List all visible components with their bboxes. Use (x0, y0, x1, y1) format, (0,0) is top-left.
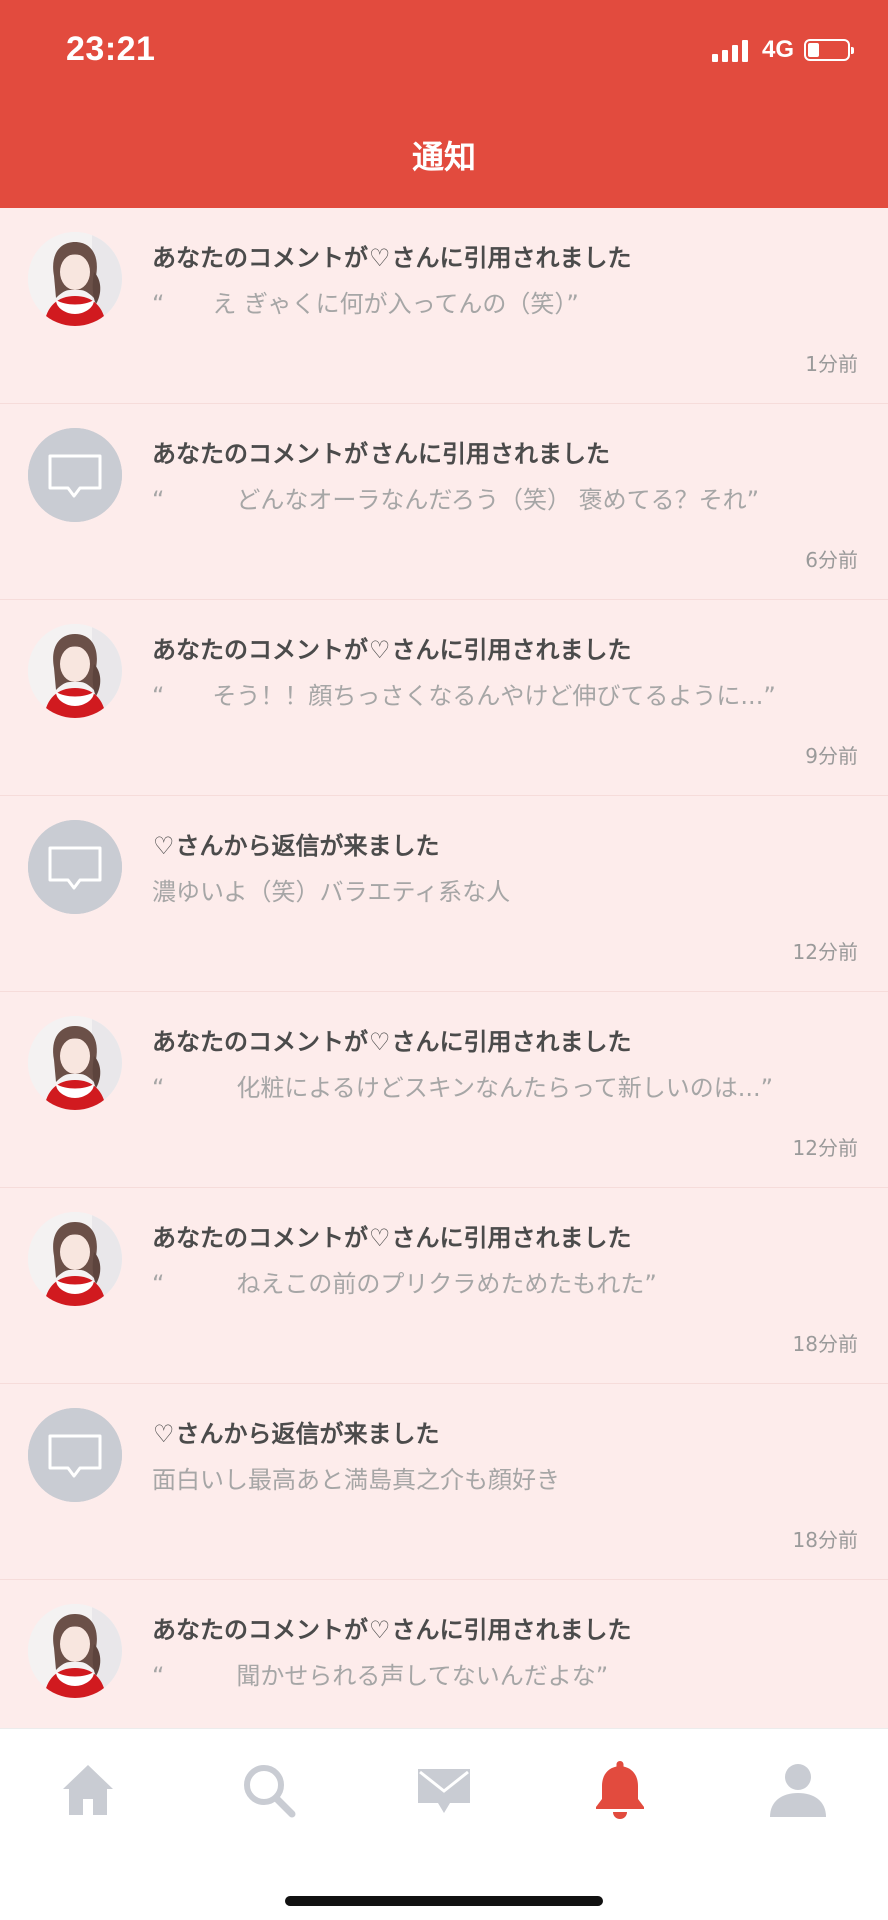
username-heart: ♡ (369, 636, 391, 664)
default-avatar[interactable] (28, 820, 122, 914)
notification-item[interactable]: あなたのコメントが♡さんに引用されました “ 聞かせられる声してないんだよな” (0, 1580, 888, 1728)
notification-time: 6分前 (805, 548, 858, 572)
title-prefix: あなたのコメントが (152, 244, 368, 272)
home-indicator (285, 1896, 603, 1906)
title-suffix: さんに引用されました (370, 440, 610, 468)
bell-icon (596, 1761, 644, 1819)
username-heart: ♡ (369, 244, 391, 272)
comment-icon (28, 820, 122, 914)
notifications-screen: 23:21 4G 通知 あなたのコメントが♡さんに引用されました “ え ぎゃく… (0, 0, 888, 1920)
default-avatar[interactable] (28, 428, 122, 522)
user-avatar[interactable] (28, 1016, 122, 1110)
comment-preview: 面白いし最高あと満島真之介も顔好き (152, 1466, 560, 1494)
notification-item[interactable]: あなたのコメントが♡さんに引用されました “ 化粧によるけどスキンなんたらって新し… (0, 992, 888, 1188)
notification-title: あなたのコメントが♡さんに引用されました (152, 1022, 858, 1057)
nav-messages[interactable] (404, 1755, 484, 1825)
header: 23:21 4G 通知 (0, 0, 888, 208)
title-suffix: さんに引用されました (391, 1616, 632, 1644)
user-avatar[interactable] (28, 1212, 122, 1306)
title-suffix: さんに引用されました (391, 636, 632, 664)
notification-time: 12分前 (792, 1136, 858, 1160)
notification-title: あなたのコメントが♡さんに引用されました (152, 1610, 858, 1645)
user-photo-avatar (28, 1016, 122, 1110)
notification-list[interactable]: あなたのコメントが♡さんに引用されました “ え ぎゃくに何が入ってんの（笑）” 1… (0, 208, 888, 1728)
title-suffix: さんに引用されました (391, 244, 632, 272)
user-photo-avatar (28, 624, 122, 718)
title-prefix: あなたのコメントが (152, 636, 368, 664)
notification-title: あなたのコメントが♡さんに引用されました (152, 1218, 858, 1253)
username-heart: ♡ (369, 1028, 391, 1056)
user-avatar[interactable] (28, 1604, 122, 1698)
notification-title: ♡さんから返信が来ました (152, 1414, 858, 1449)
battery-level (808, 43, 819, 57)
status-time: 23:21 (66, 30, 156, 68)
user-photo-avatar (28, 232, 122, 326)
search-icon (244, 1765, 296, 1818)
notification-title: あなたのコメントがさんに引用されました (152, 434, 858, 469)
notification-time: 9分前 (805, 744, 858, 768)
comment-icon (28, 1408, 122, 1502)
home-icon (63, 1765, 113, 1815)
page-title: 通知 (411, 138, 476, 176)
title-suffix: さんから返信が来ました (175, 1420, 440, 1448)
nav-home[interactable] (48, 1755, 128, 1825)
title-suffix: さんに引用されました (391, 1224, 632, 1252)
notification-title: あなたのコメントが♡さんに引用されました (152, 630, 858, 665)
notification-title: あなたのコメントが♡さんに引用されました (152, 238, 858, 273)
user-photo-avatar (28, 1604, 122, 1698)
username-heart: ♡ (369, 1616, 391, 1644)
notification-time: 12分前 (792, 940, 858, 964)
user-avatar[interactable] (28, 232, 122, 326)
comment-preview: “ そう！！顔ちっさくなるんやけど伸びてるように...” (152, 682, 776, 710)
comment-preview: “ どんなオーラなんだろう（笑） 褒めてる？それ” (152, 486, 760, 514)
comment-icon (28, 428, 122, 522)
notification-item[interactable]: あなたのコメントが♡さんに引用されました “ そう！！顔ちっさくなるんやけど伸びて… (0, 600, 888, 796)
notification-item[interactable]: ♡さんから返信が来ました濃ゆいよ（笑）バラエティ系な人 12分前 (0, 796, 888, 992)
title-suffix: さんから返信が来ました (175, 832, 440, 860)
title-prefix: あなたのコメントが (152, 1028, 368, 1056)
network-type: 4G (761, 36, 794, 63)
username-heart: ♡ (369, 1224, 391, 1252)
notification-item[interactable]: あなたのコメントがさんに引用されました “ どんなオーラなんだろう（笑） 褒めてる… (0, 404, 888, 600)
nav-search[interactable] (229, 1755, 309, 1825)
bottom-nav (0, 1728, 888, 1920)
profile-icon (770, 1764, 826, 1817)
comment-preview: “ 聞かせられる声してないんだよな” (152, 1662, 609, 1690)
comment-preview: 濃ゆいよ（笑）バラエティ系な人 (152, 878, 511, 906)
notification-time: 18分前 (792, 1528, 858, 1552)
username-heart: ♡ (153, 1420, 175, 1448)
title-suffix: さんに引用されました (391, 1028, 632, 1056)
mail-icon (418, 1769, 470, 1813)
nav-notifications[interactable] (580, 1755, 660, 1825)
user-avatar[interactable] (28, 624, 122, 718)
title-prefix: あなたのコメントが (152, 440, 368, 468)
notification-time: 1分前 (805, 352, 858, 376)
status-indicators: 4G (711, 36, 854, 64)
battery-icon (804, 39, 854, 61)
comment-preview: “ ねえこの前のプリクラめためたもれた” (152, 1270, 657, 1298)
title-prefix: あなたのコメントが (152, 1616, 368, 1644)
username-heart: ♡ (153, 832, 175, 860)
notification-time: 18分前 (792, 1332, 858, 1356)
notification-title: ♡さんから返信が来ました (152, 826, 858, 861)
notification-item[interactable]: ♡さんから返信が来ました面白いし最高あと満島真之介も顔好き 18分前 (0, 1384, 888, 1580)
title-prefix: あなたのコメントが (152, 1224, 368, 1252)
comment-preview: “ え ぎゃくに何が入ってんの（笑）” (152, 290, 579, 318)
default-avatar[interactable] (28, 1408, 122, 1502)
nav-profile[interactable] (758, 1755, 838, 1825)
user-photo-avatar (28, 1212, 122, 1306)
comment-preview: “ 化粧によるけどスキンなんたらって新しいのは...” (152, 1074, 774, 1102)
notification-item[interactable]: あなたのコメントが♡さんに引用されました “ ねえこの前のプリクラめためたもれた”… (0, 1188, 888, 1384)
notification-item[interactable]: あなたのコメントが♡さんに引用されました “ え ぎゃくに何が入ってんの（笑）” 1… (0, 208, 888, 404)
signal-icon (711, 38, 748, 62)
